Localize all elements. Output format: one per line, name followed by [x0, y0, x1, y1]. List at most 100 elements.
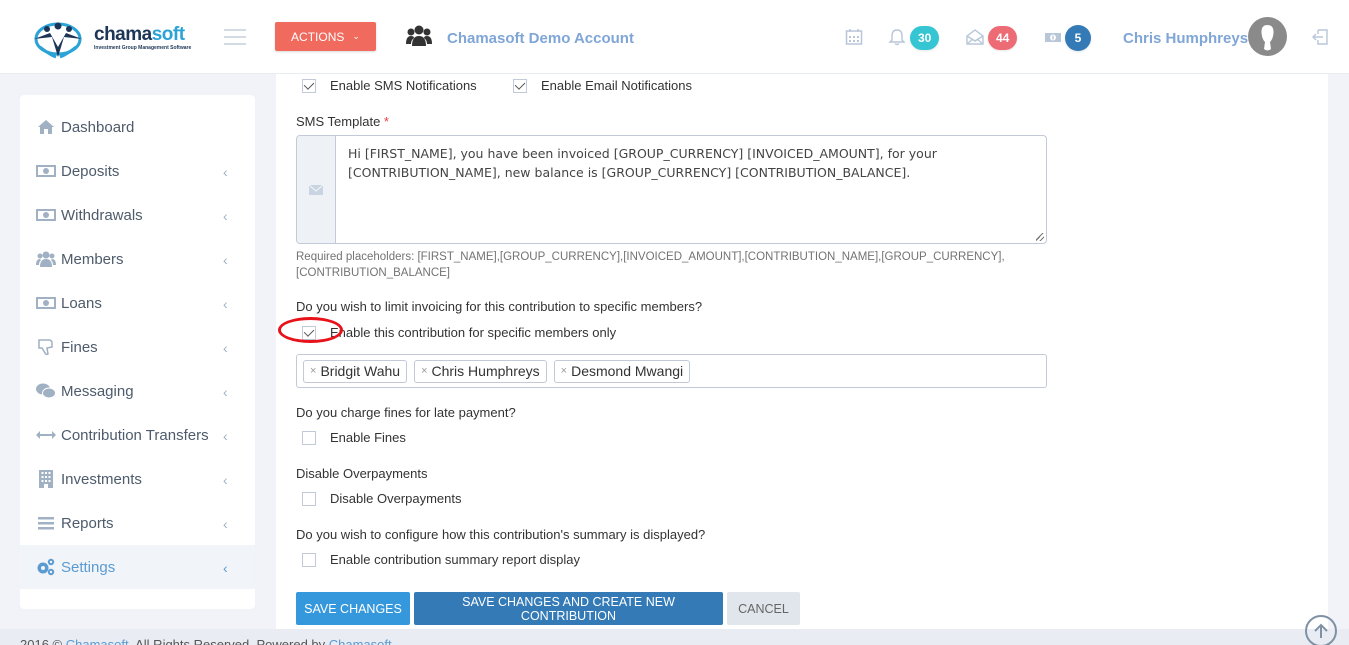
- footer-copyright: 2016 © Chamasoft. All Rights Reserved. P…: [20, 637, 392, 645]
- bell-icon[interactable]: [888, 28, 906, 46]
- user-avatar[interactable]: [1248, 17, 1287, 56]
- fines-question: Do you charge fines for late payment?: [296, 405, 516, 420]
- remove-tag-icon[interactable]: ×: [421, 365, 427, 377]
- money-icon: [36, 163, 56, 179]
- user-name[interactable]: Chris Humphreys: [1123, 30, 1248, 47]
- resize-handle[interactable]: [1036, 233, 1044, 241]
- sidebar-item-dashboard[interactable]: Dashboard: [20, 105, 255, 149]
- sidebar-item-loans[interactable]: Loans ‹: [20, 281, 255, 325]
- calendar-icon[interactable]: [845, 28, 863, 46]
- money-icon: [36, 207, 56, 223]
- checkbox-unchecked[interactable]: [302, 491, 316, 506]
- sidebar-item-settings[interactable]: Settings ‹: [20, 545, 255, 589]
- sidebar-item-label: Reports: [61, 514, 114, 532]
- sidebar-item-label: Investments: [61, 470, 142, 488]
- envelope-icon: [309, 184, 323, 195]
- chevron-left-icon: ‹: [223, 428, 228, 444]
- arrows-horizontal-icon: [36, 427, 56, 443]
- save-changes-button[interactable]: SAVE CHANGES: [296, 592, 410, 625]
- users-icon: [36, 251, 56, 267]
- home-icon: [36, 119, 56, 135]
- enable-fines-checkbox[interactable]: Enable Fines: [302, 430, 406, 445]
- building-icon: [36, 470, 56, 488]
- remove-tag-icon[interactable]: ×: [561, 365, 567, 377]
- gears-icon: [36, 558, 56, 576]
- logo-tagline: Investment Group Management Software: [94, 45, 192, 51]
- sidebar-item-label: Members: [61, 250, 124, 268]
- checkbox-unchecked[interactable]: [302, 552, 316, 567]
- top-header: chamasoft Investment Group Management So…: [0, 0, 1349, 74]
- member-tag: × Bridgit Wahu: [303, 359, 408, 383]
- sidebar-item-members[interactable]: Members ‹: [20, 237, 255, 281]
- logo-name: chamasoft: [94, 24, 185, 45]
- logout-icon[interactable]: [1311, 28, 1329, 46]
- checkbox-checked[interactable]: [302, 78, 316, 93]
- users-group-icon: [406, 25, 432, 46]
- envelope-open-icon[interactable]: [966, 28, 984, 46]
- messages-badge[interactable]: 44: [988, 26, 1018, 50]
- sidebar-item-label: Settings: [61, 558, 116, 576]
- sidebar-item-contribution-transfers[interactable]: Contribution Transfers ‹: [20, 413, 255, 457]
- chevron-left-icon: ‹: [223, 340, 228, 356]
- summary-display-checkbox[interactable]: Enable contribution summary report displ…: [302, 552, 580, 567]
- chamasoft-logo[interactable]: chamasoft Investment Group Management So…: [30, 17, 200, 59]
- actions-dropdown-button[interactable]: ACTIONS ⌄: [275, 22, 376, 51]
- sidebar-item-label: Dashboard: [61, 118, 135, 136]
- sidebar-item-fines[interactable]: Fines ‹: [20, 325, 255, 369]
- checkbox-unchecked[interactable]: [302, 430, 316, 445]
- footer-powered-by-link[interactable]: Chamasoft: [329, 637, 392, 645]
- actions-label: ACTIONS: [291, 29, 345, 44]
- chevron-left-icon: ‹: [223, 472, 228, 488]
- contribution-settings-form: Enable SMS Notifications Enable Email No…: [276, 74, 1328, 629]
- sidebar-item-withdrawals[interactable]: Withdrawals ‹: [20, 193, 255, 237]
- avatar-silhouette-icon: [1261, 25, 1274, 51]
- sidebar-toggle[interactable]: [224, 29, 246, 45]
- hamburger-icon: [224, 29, 246, 31]
- chevron-left-icon: ‹: [223, 384, 228, 400]
- sidebar-item-label: Deposits: [61, 162, 120, 180]
- sms-template-textarea[interactable]: Hi [FIRST_NAME], you have been invoiced …: [336, 136, 1046, 243]
- money-icon: [36, 295, 56, 311]
- limit-invoicing-question: Do you wish to limit invoicing for this …: [296, 299, 703, 314]
- thumbs-down-icon: [36, 339, 56, 356]
- remove-tag-icon[interactable]: ×: [310, 365, 316, 377]
- chevron-left-icon: ‹: [223, 164, 228, 180]
- overpayments-question: Disable Overpayments: [296, 466, 428, 481]
- member-tag: × Chris Humphreys: [414, 359, 547, 383]
- checkbox-checked[interactable]: [513, 78, 527, 93]
- chevron-left-icon: ‹: [223, 296, 228, 312]
- chat-icon: [36, 383, 56, 399]
- sidebar-item-label: Withdrawals: [61, 206, 143, 224]
- save-and-create-new-button[interactable]: SAVE CHANGES AND CREATE NEW CONTRIBUTION: [414, 592, 723, 625]
- sms-template-help: Required placeholders: [FIRST_NAME],[GRO…: [296, 251, 1005, 279]
- sidebar-nav: Dashboard Deposits ‹ Withdrawals ‹ Membe…: [20, 95, 255, 609]
- checkbox-checked[interactable]: [302, 325, 316, 340]
- page-footer: 2016 © Chamasoft. All Rights Reserved. P…: [0, 629, 1349, 645]
- cancel-button[interactable]: CANCEL: [727, 592, 800, 625]
- footer-brand-link[interactable]: Chamasoft: [66, 637, 129, 645]
- disable-overpayments-checkbox[interactable]: Disable Overpayments: [302, 491, 462, 506]
- group-name[interactable]: Chamasoft Demo Account: [447, 30, 634, 47]
- chevron-left-icon: ‹: [223, 516, 228, 532]
- members-multiselect[interactable]: × Bridgit Wahu × Chris Humphreys × Desmond …: [296, 354, 1047, 388]
- sms-notifications-checkbox[interactable]: Enable SMS Notifications: [302, 78, 477, 93]
- sidebar-item-deposits[interactable]: Deposits ‹: [20, 149, 255, 193]
- deposits-badge[interactable]: 5: [1065, 25, 1091, 51]
- sidebar-item-label: Messaging: [61, 382, 134, 400]
- sidebar-item-reports[interactable]: Reports ‹: [20, 501, 255, 545]
- chevron-left-icon: ‹: [223, 208, 228, 224]
- money-icon[interactable]: [1044, 28, 1062, 46]
- page-gutter: [1328, 74, 1349, 629]
- email-notifications-checkbox[interactable]: Enable Email Notifications: [513, 78, 692, 93]
- chevron-down-icon: ⌄: [352, 31, 360, 41]
- sidebar-item-label: Contribution Transfers: [61, 426, 209, 444]
- notifications-badge[interactable]: 30: [910, 26, 940, 50]
- summary-question: Do you wish to configure how this contri…: [296, 527, 706, 542]
- sms-addon: [297, 136, 336, 243]
- logo-mark-icon: [34, 22, 82, 59]
- sidebar-item-investments[interactable]: Investments ‹: [20, 457, 255, 501]
- specific-members-checkbox[interactable]: Enable this contribution for specific me…: [302, 325, 616, 340]
- scroll-to-top-button[interactable]: [1305, 615, 1337, 645]
- sms-template-field[interactable]: Hi [FIRST_NAME], you have been invoiced …: [296, 135, 1047, 244]
- sidebar-item-messaging[interactable]: Messaging ‹: [20, 369, 255, 413]
